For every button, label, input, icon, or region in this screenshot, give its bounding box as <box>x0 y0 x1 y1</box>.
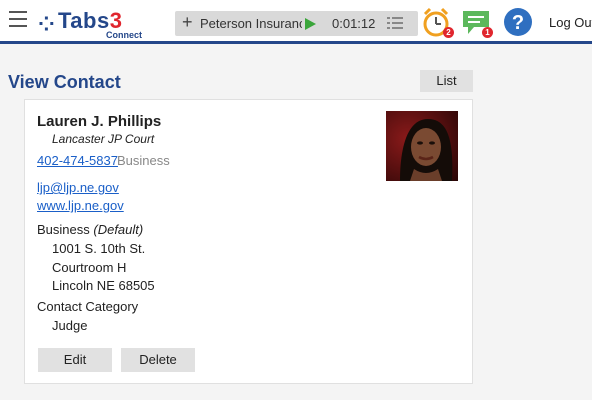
page-title: View Contact <box>8 72 121 92</box>
logo-text: Tabs <box>58 8 110 33</box>
address-type: Business <box>37 222 90 237</box>
list-icon[interactable] <box>387 17 403 30</box>
logout-link[interactable]: Log Out <box>549 15 592 30</box>
list-button[interactable]: List <box>420 70 473 92</box>
website-link[interactable]: www.ljp.ne.gov <box>37 198 124 213</box>
help-icon[interactable]: ? <box>502 6 534 38</box>
phone-link[interactable]: 402-474-5837 <box>37 153 118 168</box>
timer-widget[interactable]: + Peterson Insuranc 0:01:12 <box>175 11 418 36</box>
address-line: 1001 S. 10th St. <box>52 241 146 256</box>
message-icon[interactable]: 1 <box>460 6 493 38</box>
contact-photo <box>386 111 458 181</box>
logo-subtitle: Connect <box>106 30 142 40</box>
alarm-clock-icon[interactable]: 2 <box>421 6 454 38</box>
svg-text:?: ? <box>512 12 524 34</box>
edit-button[interactable]: Edit <box>38 348 112 372</box>
contact-name: Lauren J. Phillips <box>37 113 162 130</box>
messages-badge: 1 <box>482 27 493 38</box>
contact-card: Lauren J. Phillips Lancaster JP Court 40… <box>24 99 473 384</box>
address-line: Courtroom H <box>52 260 127 275</box>
plus-icon[interactable]: + <box>182 12 193 33</box>
category-value: Judge <box>52 318 88 333</box>
delete-button[interactable]: Delete <box>121 348 195 372</box>
timer-elapsed: 0:01:12 <box>332 16 376 31</box>
reminders-badge: 2 <box>443 27 454 38</box>
phone-type: Business <box>117 153 170 168</box>
contact-company: Lancaster JP Court <box>52 132 155 146</box>
address-line: Lincoln NE 68505 <box>52 278 155 293</box>
address-label: Business (Default) <box>37 222 143 237</box>
menu-icon[interactable] <box>9 11 27 27</box>
logo-mark-icon: ⁘ <box>38 12 55 36</box>
category-label: Contact Category <box>37 299 139 314</box>
play-icon[interactable] <box>305 18 316 30</box>
email-link[interactable]: ljp@ljp.ne.gov <box>37 180 119 195</box>
timer-client[interactable]: Peterson Insuranc <box>200 16 302 31</box>
top-bar: ⁘ Tabs3 Connect + Peterson Insuranc 0:01… <box>0 0 592 44</box>
address-default: (Default) <box>93 222 144 237</box>
